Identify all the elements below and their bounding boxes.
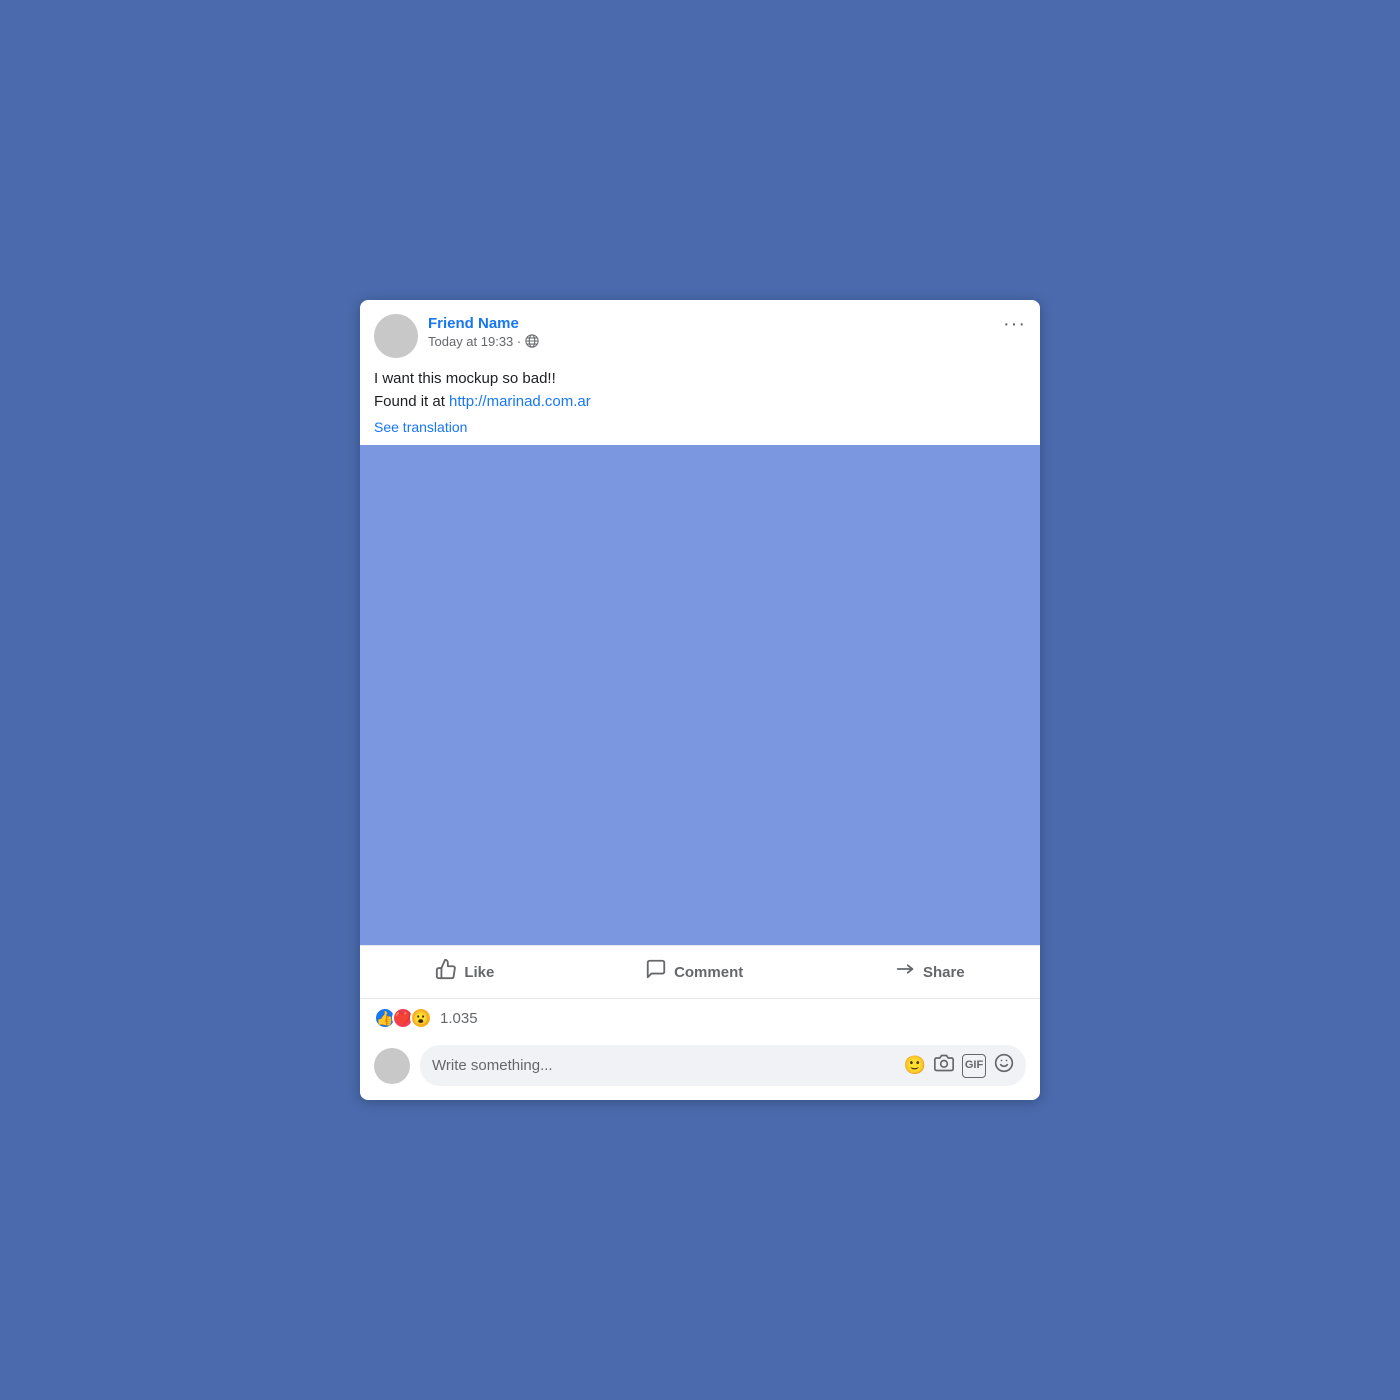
- like-label: Like: [464, 964, 494, 981]
- post-header: Friend Name Today at 19:33 · ···: [360, 300, 1040, 368]
- post-text-line2: Found it at http://marinad.com.ar: [374, 391, 1026, 414]
- post-text-line1: I want this mockup so bad!!: [374, 368, 1026, 391]
- avatar: [374, 314, 418, 358]
- share-button[interactable]: Share: [874, 950, 985, 994]
- friend-name[interactable]: Friend Name: [428, 314, 1026, 334]
- post-link[interactable]: http://marinad.com.ar: [449, 393, 591, 410]
- action-bar: Like Comment Share: [360, 945, 1040, 999]
- comment-icon: [645, 958, 667, 986]
- facebook-post-card: Friend Name Today at 19:33 · ··· I want …: [360, 300, 1040, 1100]
- post-body: I want this mockup so bad!! Found it at …: [360, 368, 1040, 445]
- like-button[interactable]: Like: [415, 950, 514, 994]
- commenter-avatar: [374, 1048, 410, 1084]
- share-label: Share: [923, 964, 965, 981]
- comment-label: Comment: [674, 964, 743, 981]
- camera-icon[interactable]: [934, 1053, 954, 1078]
- comment-input[interactable]: [432, 1057, 896, 1074]
- share-icon: [894, 958, 916, 986]
- comment-input-wrap: 🙂 GIF: [420, 1045, 1026, 1086]
- post-image-placeholder: [360, 445, 1040, 945]
- reaction-count: 1.035: [440, 1010, 478, 1027]
- reaction-wow-icon: 😮: [410, 1007, 432, 1029]
- comment-area: 🙂 GIF: [360, 1037, 1040, 1100]
- emoji-icon[interactable]: 🙂: [904, 1055, 926, 1076]
- sticker-icon[interactable]: [994, 1053, 1014, 1078]
- reaction-emojis: 👍 ❤️ 😮: [374, 1007, 428, 1029]
- gif-icon[interactable]: GIF: [962, 1054, 986, 1078]
- like-icon: [435, 958, 457, 986]
- more-options-button[interactable]: ···: [1003, 314, 1026, 334]
- post-timestamp: Today at 19:33 ·: [428, 334, 521, 349]
- comment-icons: 🙂 GIF: [904, 1053, 1014, 1078]
- post-text: I want this mockup so bad!! Found it at …: [374, 368, 1026, 413]
- reactions-row: 👍 ❤️ 😮 1.035: [360, 999, 1040, 1037]
- post-text-prefix: Found it at: [374, 393, 449, 410]
- comment-button[interactable]: Comment: [625, 950, 763, 994]
- post-meta: Today at 19:33 ·: [428, 334, 1026, 349]
- header-info: Friend Name Today at 19:33 ·: [428, 314, 1026, 349]
- globe-icon: [525, 334, 539, 348]
- see-translation-link[interactable]: See translation: [374, 419, 1026, 435]
